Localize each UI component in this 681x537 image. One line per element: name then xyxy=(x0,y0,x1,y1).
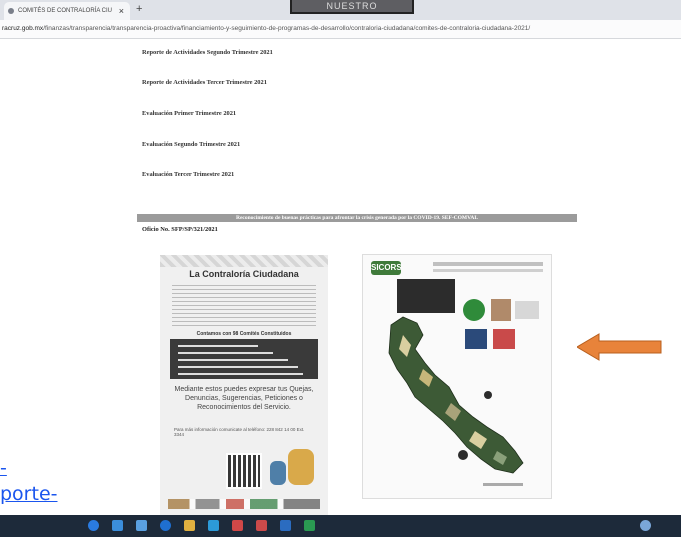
person-illustration xyxy=(270,461,286,485)
address-bar[interactable]: racruz.gob.mx/finanzas/transparencia/tra… xyxy=(0,20,681,39)
tab-strip: COMITÉS DE CONTRALORÍA CIU × + NUESTRO xyxy=(0,0,681,20)
report-link[interactable]: Evaluación Primer Trimestre 2021 xyxy=(142,110,236,117)
sicors-map-poster[interactable]: SICORS xyxy=(362,254,552,499)
taskbar xyxy=(0,515,681,537)
poster-pattern xyxy=(160,255,328,267)
poster-callout-line: Denuncias, Sugerencias, Peticiones o xyxy=(185,395,303,402)
poster-header-line xyxy=(433,269,543,272)
notification-icon[interactable] xyxy=(640,520,651,531)
report-link[interactable]: Evaluación Segundo Trimestre 2021 xyxy=(142,141,240,148)
poster-callout-line: Mediante estos puedes expresar tus Queja… xyxy=(174,386,314,393)
poster-line xyxy=(178,359,288,361)
outer-link-line: porte- xyxy=(0,483,58,505)
poster-body-text xyxy=(172,285,316,327)
poster-subtitle: Contamos con 98 Comités Constituidos xyxy=(196,331,292,337)
store-icon[interactable] xyxy=(208,520,219,531)
report-link[interactable]: Reporte de Actividades Segundo Trimestre… xyxy=(142,49,273,56)
poster-line xyxy=(178,366,298,368)
orange-arrow-icon xyxy=(577,333,662,361)
poster-line xyxy=(178,373,303,375)
search-icon[interactable] xyxy=(112,520,123,531)
poster-title: La Contraloría Ciudadana xyxy=(189,269,299,279)
report-link[interactable]: Reporte de Actividades Tercer Trimestre … xyxy=(142,79,267,86)
browser-window: COMITÉS DE CONTRALORÍA CIU × + NUESTRO r… xyxy=(0,0,681,515)
windows-icon[interactable] xyxy=(88,520,99,531)
oficio-number: Oficio No. SFP/SP/321/2021 xyxy=(142,226,218,233)
edge-icon[interactable] xyxy=(160,520,171,531)
poster-callout: Mediante estos puedes expresar tus Queja… xyxy=(160,385,328,412)
veracruz-map xyxy=(388,316,524,474)
poster-dark-box xyxy=(170,339,318,379)
site-favicon-icon xyxy=(8,8,14,14)
task-view-icon[interactable] xyxy=(136,520,147,531)
contraloria-poster[interactable]: La Contraloría Ciudadana Contamos con 98… xyxy=(160,255,328,515)
poster-line xyxy=(178,345,258,347)
outer-page-link[interactable]: - porte- xyxy=(0,455,58,507)
person-illustration xyxy=(288,449,314,485)
qr-code xyxy=(226,453,262,489)
excel-icon[interactable] xyxy=(304,520,315,531)
mail-icon[interactable] xyxy=(232,520,243,531)
new-tab-button[interactable]: + xyxy=(136,3,142,15)
sicors-logo: SICORS xyxy=(371,261,402,275)
outer-link-line: - xyxy=(0,457,7,479)
poster-callout-line: Reconocimientos del Servicio. xyxy=(197,404,291,411)
photos-icon[interactable] xyxy=(256,520,267,531)
poster-header-line xyxy=(433,262,543,266)
tab-comites[interactable]: COMITÉS DE CONTRALORÍA CIU × xyxy=(4,2,130,20)
report-link[interactable]: Evaluación Tercer Trimestre 2021 xyxy=(142,171,234,178)
tab-title: COMITÉS DE CONTRALORÍA CIU xyxy=(18,8,113,14)
monitor-decoration: NUESTRO xyxy=(290,0,414,14)
word-icon[interactable] xyxy=(280,520,291,531)
tab-close-icon[interactable]: × xyxy=(119,2,124,20)
url-path: /finanzas/transparencia/transparencia-pr… xyxy=(43,25,531,32)
poster-footer-line xyxy=(483,483,523,486)
url-domain: racruz.gob.mx xyxy=(2,25,44,32)
section-banner: Reconocimiento de buenas prácticas para … xyxy=(137,214,577,222)
page-content: Reporte de Actividades Segundo Trimestre… xyxy=(0,39,681,515)
poster-line xyxy=(178,352,273,354)
poster-logos xyxy=(168,499,320,509)
poster-phone: Para más información comunicate al teléf… xyxy=(174,427,305,437)
file-explorer-icon[interactable] xyxy=(184,520,195,531)
